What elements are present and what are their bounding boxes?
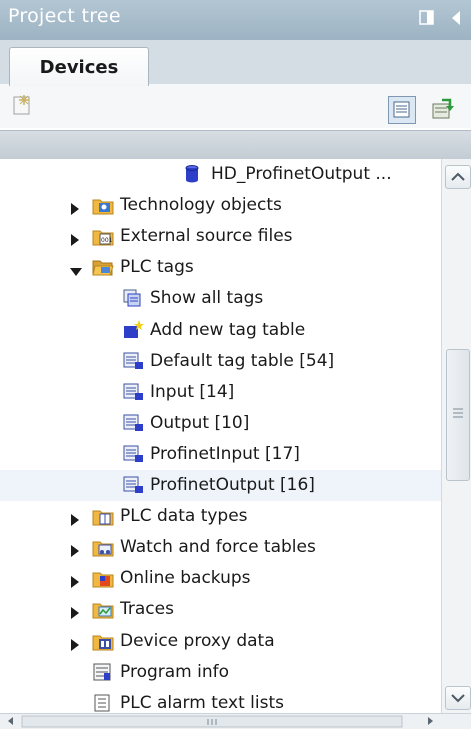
tree-item[interactable]: ProfinetInput [17] — [0, 439, 441, 470]
show-overview-icon[interactable] — [430, 96, 456, 122]
tree-item-label: PLC data types — [120, 506, 248, 527]
tree-item-label: Output [10] — [150, 412, 250, 433]
tree-item[interactable]: Watch and force tables — [0, 532, 441, 563]
tag-table-icon — [122, 413, 144, 433]
db-cylinder-icon — [181, 164, 203, 184]
tree-item-label: External source files — [120, 226, 293, 247]
tree-item[interactable]: PLC data types — [0, 501, 441, 532]
vertical-scrollbar[interactable] — [441, 159, 471, 713]
collapsed-arrow-icon[interactable] — [70, 511, 80, 527]
tree-item[interactable]: Output [10] — [0, 408, 441, 439]
tree-item-label: HD_ProfinetOutput ... — [211, 164, 392, 184]
svg-text:001: 001 — [101, 237, 113, 244]
tree-item[interactable]: Add new tag table — [0, 315, 441, 346]
tag-table-icon — [122, 382, 144, 402]
alarm-text-lists-icon — [92, 693, 114, 713]
horizontal-scrollbar[interactable] — [0, 713, 471, 729]
collapse-panel-icon[interactable] — [447, 8, 465, 28]
tree-item-label: Watch and force tables — [120, 537, 316, 558]
tab-devices[interactable]: Devices — [9, 47, 149, 86]
device-proxy-data-icon — [92, 631, 114, 651]
collapsed-arrow-icon[interactable] — [70, 604, 80, 620]
tab-devices-label: Devices — [39, 56, 119, 78]
scroll-thumb[interactable] — [446, 349, 470, 481]
tag-table-icon — [122, 351, 144, 371]
tree-item-label: PLC tags — [120, 257, 194, 278]
tree-item[interactable]: Online backups — [0, 563, 441, 594]
show-all-tags-icon — [122, 288, 144, 308]
tree-item-label: ProfinetInput [17] — [150, 443, 300, 464]
tag-table-icon — [122, 475, 144, 495]
tag-table-icon — [122, 444, 144, 464]
scroll-down-button[interactable] — [445, 686, 471, 710]
tree-toolbar — [0, 84, 471, 128]
collapsed-arrow-icon[interactable] — [70, 573, 80, 589]
expanded-arrow-icon[interactable] — [70, 262, 82, 277]
tree-item-label: ProfinetOutput [16] — [150, 475, 315, 495]
tree-item[interactable]: Device proxy data — [0, 626, 441, 657]
tree-item-label: Technology objects — [120, 195, 282, 216]
details-view-icon[interactable] — [388, 96, 416, 124]
tree-item-label: Default tag table [54] — [150, 350, 335, 371]
folder-open-icon — [92, 257, 114, 277]
tree-item-label: Online backups — [120, 568, 251, 589]
tree-item[interactable]: 001 External source files — [0, 221, 441, 252]
new-item-icon[interactable] — [10, 92, 36, 118]
panel-title: Project tree — [8, 5, 121, 27]
tree-item-label: Device proxy data — [120, 630, 275, 651]
watch-force-tables-icon — [92, 537, 114, 557]
plc-data-types-icon — [92, 506, 114, 526]
tree-item-label: Show all tags — [150, 288, 264, 309]
tree-item-label: Add new tag table — [150, 319, 306, 340]
external-source-files-icon: 001 — [92, 226, 114, 246]
tree-item-label: Program info — [120, 661, 230, 682]
panel-title-bar: Project tree — [0, 0, 471, 41]
tree-item[interactable]: Show all tags — [0, 283, 441, 314]
add-new-tag-table-icon — [122, 319, 144, 340]
project-tree: HD_ProfinetOutput ... Technology objects 0… — [0, 159, 441, 713]
tree-item-label: PLC alarm text lists — [120, 692, 284, 713]
tree-item[interactable]: PLC tags — [0, 252, 441, 283]
tree-item-label: Input [14] — [150, 381, 235, 402]
tree-item-label: Traces — [120, 599, 174, 620]
layout-toggle-icon[interactable] — [418, 8, 436, 28]
program-info-icon — [92, 662, 114, 682]
scroll-up-button[interactable] — [445, 165, 471, 189]
collapsed-arrow-icon[interactable] — [70, 231, 80, 247]
collapsed-arrow-icon[interactable] — [70, 636, 80, 651]
tree-item[interactable]: Technology objects — [0, 190, 441, 221]
tree-column-header — [0, 130, 471, 160]
tree-item[interactable]: PLC alarm text lists — [0, 688, 441, 713]
tree-item[interactable]: Traces — [0, 594, 441, 625]
collapsed-arrow-icon[interactable] — [70, 542, 80, 558]
tree-item[interactable]: HD_ProfinetOutput ... — [0, 159, 441, 190]
tree-item[interactable]: ProfinetOutput [16] — [0, 470, 441, 501]
online-backups-icon — [92, 568, 114, 588]
tree-item[interactable]: Program info — [0, 657, 441, 688]
tree-item[interactable]: Default tag table [54] — [0, 346, 441, 377]
traces-icon — [92, 599, 114, 619]
technology-objects-icon — [92, 195, 114, 215]
tree-item[interactable]: Input [14] — [0, 377, 441, 408]
collapsed-arrow-icon[interactable] — [70, 200, 80, 216]
